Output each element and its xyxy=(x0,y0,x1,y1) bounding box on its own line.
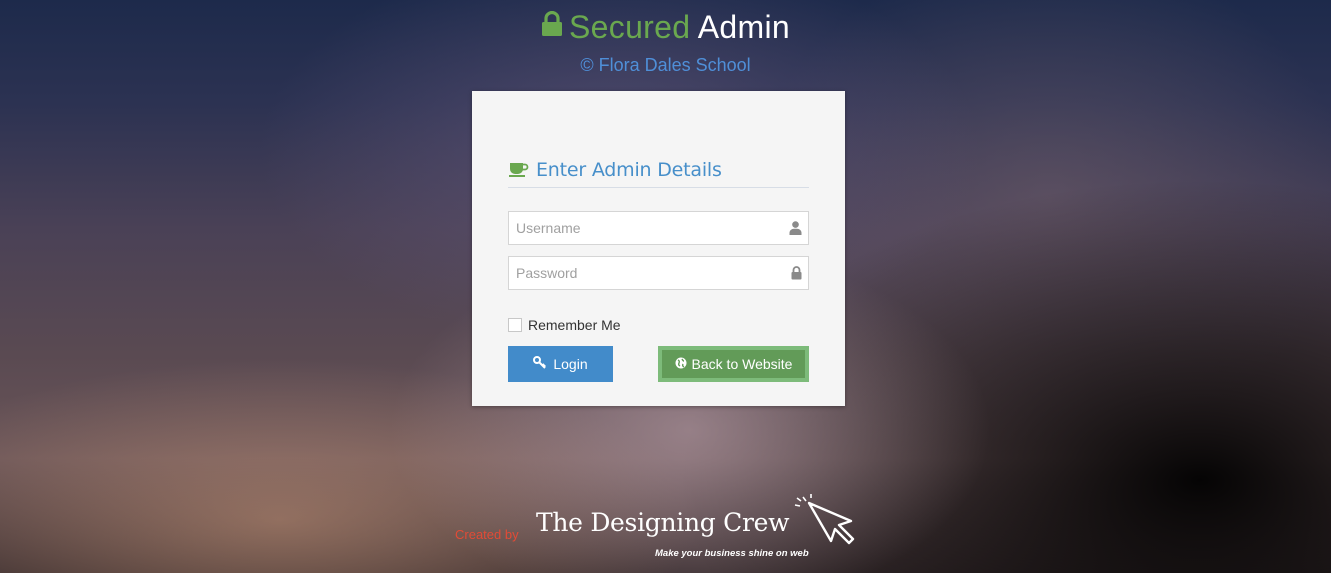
remember-me-checkbox[interactable] xyxy=(508,318,522,332)
user-icon xyxy=(789,221,802,240)
lock-icon xyxy=(791,266,802,285)
page-header: Secured Admin © Flora Dales School xyxy=(0,6,1331,76)
username-field[interactable] xyxy=(508,211,809,245)
back-to-website-button[interactable]: Back to Website xyxy=(658,346,809,382)
page-title: Secured Admin xyxy=(0,6,1331,51)
back-button-label: Back to Website xyxy=(691,356,793,372)
designer-tagline: Make your business shine on web xyxy=(655,548,809,559)
lock-icon xyxy=(541,5,563,47)
school-subtitle: © Flora Dales School xyxy=(580,54,751,75)
login-heading-text: Enter Admin Details xyxy=(536,159,722,181)
title-admin: Admin xyxy=(697,9,790,45)
login-button[interactable]: Login xyxy=(508,346,613,382)
remember-me[interactable]: Remember Me xyxy=(508,316,621,334)
footer-credit[interactable]: Created by The Designing Crew Make your … xyxy=(455,493,865,563)
title-secured: Secured xyxy=(569,9,691,45)
login-card: Enter Admin Details Remember Me xyxy=(472,91,845,406)
username-input[interactable] xyxy=(509,212,776,244)
created-by-label: Created by xyxy=(455,527,519,542)
login-card-heading: Enter Admin Details xyxy=(508,157,809,188)
globe-icon xyxy=(675,356,687,372)
password-input[interactable] xyxy=(509,257,776,289)
designer-brand-name[interactable]: The Designing Crew xyxy=(536,508,790,537)
remember-me-label[interactable]: Remember Me xyxy=(528,317,621,333)
coffee-cup-icon xyxy=(509,162,529,182)
key-icon xyxy=(533,356,547,372)
cursor-click-icon xyxy=(791,493,857,550)
password-field[interactable] xyxy=(508,256,809,290)
login-button-label: Login xyxy=(553,356,588,372)
